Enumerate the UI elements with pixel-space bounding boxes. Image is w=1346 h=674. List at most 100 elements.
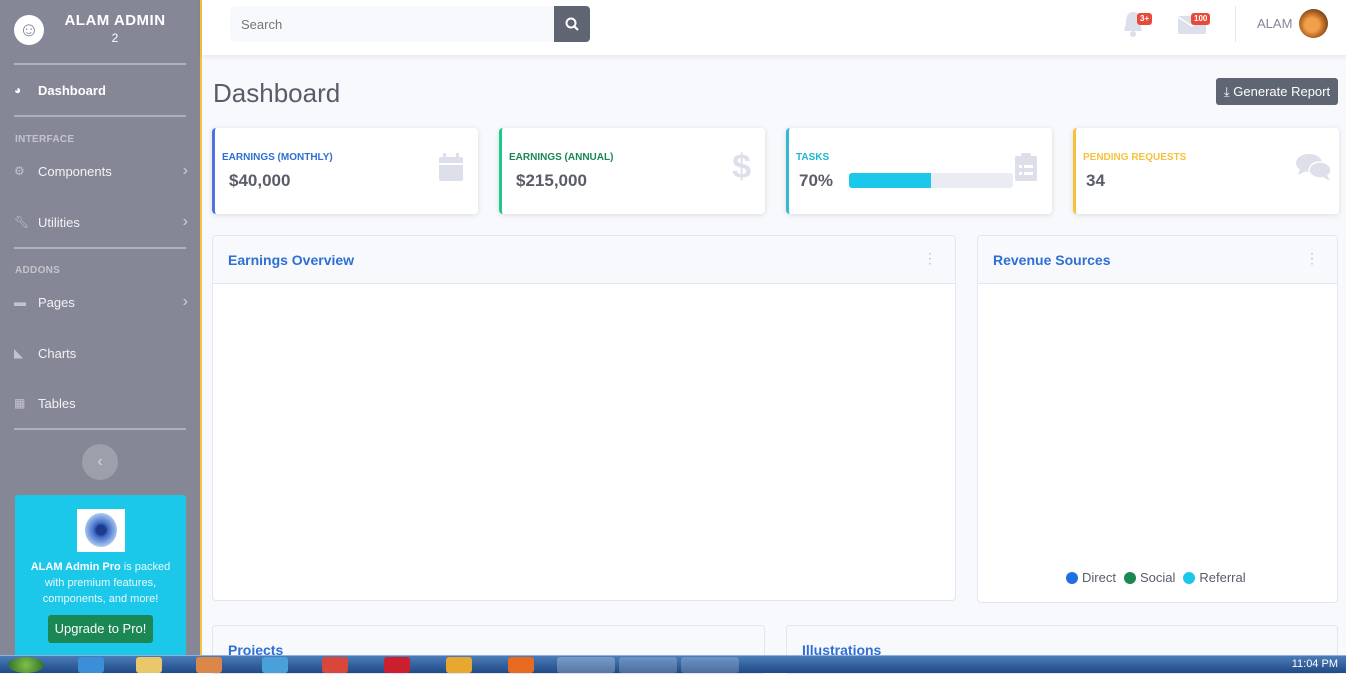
table-icon: ▦ [14, 396, 26, 410]
card-earnings-annual: EARNINGS (ANNUAL) $215,000 $ [499, 128, 765, 214]
chrome-window-icon[interactable] [557, 657, 615, 673]
generate-report-label: Generate Report [1233, 84, 1331, 99]
sidebar-item-tables[interactable]: ▦ Tables [14, 391, 194, 415]
messages-dropdown[interactable]: 100 [1176, 10, 1211, 38]
opera-icon[interactable] [384, 657, 410, 673]
promo-illustration [77, 509, 125, 552]
revenue-sources-panel: Revenue Sources ⋮ Direct Social Referral [977, 235, 1338, 603]
upgrade-button[interactable]: Upgrade to Pro! [48, 615, 153, 643]
sidebar-heading-interface: INTERFACE [15, 134, 75, 145]
panel-header: Revenue Sources ⋮ [978, 236, 1337, 284]
chevron-right-icon: › [182, 213, 188, 230]
circle-icon [1123, 571, 1136, 584]
tasks-progress-bar [849, 173, 1013, 188]
generate-report-button[interactable]: ⤓ Generate Report [1216, 78, 1338, 105]
xampp-window-icon[interactable] [681, 657, 739, 673]
alerts-badge: 3+ [1137, 13, 1153, 25]
user-name[interactable]: ALAM [1257, 16, 1292, 31]
sidebar-heading-addons: ADDONS [15, 265, 61, 276]
sidebar-divider [14, 63, 186, 65]
sidebar-divider [14, 428, 186, 430]
page-title: Dashboard [213, 78, 341, 108]
search-input[interactable] [230, 6, 554, 42]
chevron-left-icon: ‹ [97, 453, 103, 470]
sidebar-brand[interactable]: ☺ ALAM ADMIN 2 [14, 10, 194, 50]
card-value: $40,000 [229, 171, 291, 190]
network-icon[interactable] [262, 657, 288, 673]
earnings-overview-panel: Earnings Overview ⋮ [212, 235, 956, 601]
tachometer-icon: ◕ [14, 83, 22, 97]
sidebar-item-label: Utilities [38, 214, 80, 230]
folder-icon[interactable] [136, 657, 162, 673]
dollar-icon: $ [732, 148, 751, 186]
sidebar-promo-card: ALAM Admin Pro is packed with premium fe… [15, 495, 186, 655]
avatar[interactable] [1299, 9, 1328, 38]
legend-label: Social [1139, 570, 1176, 585]
ellipsis-vertical-icon[interactable]: ⋮ [923, 250, 937, 267]
legend-item-referral: Referral [1183, 570, 1246, 585]
legend-label: Referral [1199, 570, 1246, 585]
sidebar-item-dashboard[interactable]: ◕ Dashboard [14, 78, 194, 102]
card-value: $215,000 [516, 171, 587, 190]
card-label: TASKS [796, 152, 830, 163]
panel-header: Earnings Overview ⋮ [213, 236, 955, 284]
start-button[interactable] [8, 657, 44, 673]
search-icon [565, 17, 579, 31]
panel-title: Earnings Overview [228, 252, 355, 268]
chrome-canary-icon[interactable] [446, 657, 472, 673]
earnings-chart-area [213, 284, 955, 600]
clipboard-list-icon [1014, 152, 1038, 190]
card-tasks: TASKS 70% [786, 128, 1052, 214]
promo-text: ALAM Admin Pro is packed with premium fe… [25, 559, 176, 607]
card-label: EARNINGS (MONTHLY) [222, 152, 333, 163]
firefox-icon[interactable] [508, 657, 534, 673]
revenue-chart-area [978, 284, 1337, 564]
os-taskbar: 11:04 PM [0, 655, 1346, 673]
sidebar-item-label: Charts [38, 345, 77, 361]
ellipsis-vertical-icon[interactable]: ⋮ [1305, 250, 1319, 267]
wrench-icon: 🔧︎ [14, 215, 30, 229]
chevron-right-icon: › [182, 293, 188, 310]
cog-icon: ⚙ [14, 164, 25, 178]
legend-item-social: Social [1123, 570, 1176, 585]
laugh-wink-icon: ☺ [14, 15, 44, 45]
legend-label: Direct [1082, 570, 1116, 585]
download-icon: ⤓ [1223, 84, 1230, 99]
sidebar-item-label: Tables [38, 395, 76, 411]
sidebar-divider [14, 115, 186, 117]
chrome-icon[interactable] [322, 657, 348, 673]
folder-icon: ▬ [14, 295, 26, 309]
promo-brand: ALAM Admin Pro [30, 561, 121, 573]
brand-subtitle: 2 [111, 31, 119, 45]
card-label: PENDING REQUESTS [1083, 152, 1187, 163]
card-pending-requests: PENDING REQUESTS 34 [1073, 128, 1339, 214]
alerts-dropdown[interactable]: 3+ [1120, 10, 1153, 38]
sidebar-divider [14, 247, 186, 249]
vscode-window-icon[interactable] [619, 657, 677, 673]
card-value: 34 [1086, 171, 1105, 190]
taskbar-clock[interactable]: 11:04 PM [1292, 658, 1338, 670]
sidebar-item-components[interactable]: ⚙ Components › [14, 159, 194, 183]
card-label: EARNINGS (ANNUAL) [509, 152, 614, 163]
media-player-icon[interactable] [196, 657, 222, 673]
sidebar-item-pages[interactable]: ▬ Pages › [14, 290, 194, 314]
comments-icon [1295, 152, 1333, 190]
circle-icon [1183, 571, 1196, 584]
sidebar: ☺ ALAM ADMIN 2 ◕ Dashboard INTERFACE ⚙ C… [0, 0, 202, 655]
search-button[interactable] [554, 6, 590, 42]
topbar-divider [1235, 6, 1236, 42]
progress-fill [849, 173, 931, 188]
brand-title: ALAM ADMIN [64, 12, 166, 29]
calendar-icon [438, 152, 464, 190]
chevron-right-icon: › [182, 162, 188, 179]
card-value: 70% [799, 171, 834, 190]
legend-item-direct: Direct [1066, 570, 1116, 585]
sidebar-item-charts[interactable]: ◣ Charts [14, 341, 194, 365]
sidebar-item-utilities[interactable]: 🔧︎ Utilities › [14, 210, 194, 234]
panel-title: Revenue Sources [993, 252, 1111, 268]
sidebar-toggle-button[interactable]: ‹ [82, 444, 118, 480]
chart-legend: Direct Social Referral [1066, 570, 1254, 585]
internet-explorer-icon[interactable] [78, 657, 104, 673]
chart-area-icon: ◣ [14, 346, 24, 360]
circle-icon [1066, 571, 1078, 584]
